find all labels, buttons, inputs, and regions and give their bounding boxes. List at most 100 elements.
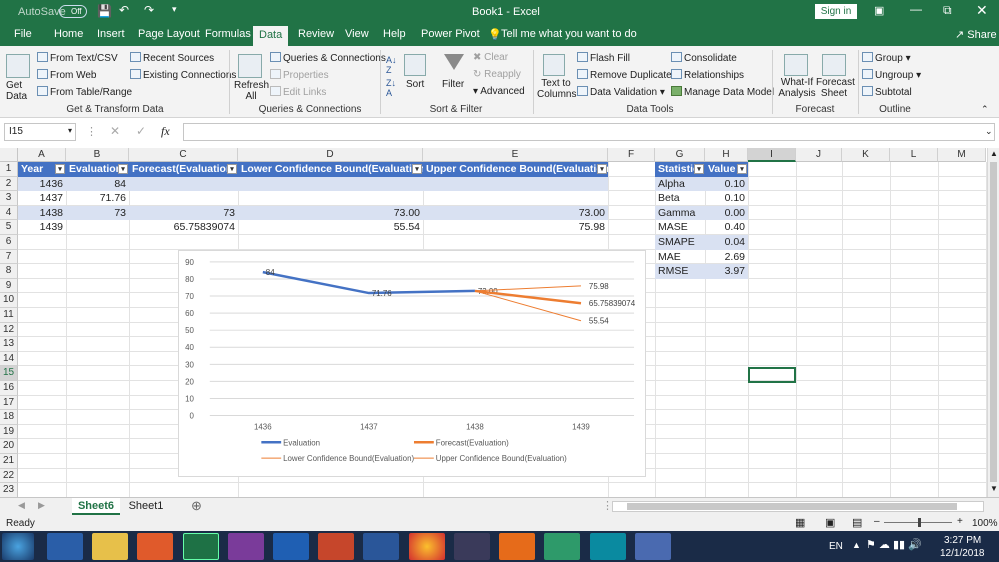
expand-formula-icon[interactable]: ⌄ [985,126,993,137]
filter-dropdown-icon[interactable]: ▾ [118,164,128,174]
save-icon[interactable]: 💾 [97,4,112,18]
matlab-icon[interactable] [454,533,490,560]
tell-me-search[interactable]: Tell me what you want to do [501,28,637,40]
ribbon-display-icon[interactable]: ▣ [874,4,884,17]
tab-insert[interactable]: Insert [97,28,125,40]
redo-icon[interactable]: ↷ [144,3,154,17]
from-web-button[interactable]: From Web [37,69,97,81]
column-header-b[interactable]: B [66,148,129,162]
table-cell[interactable]: 1436 [18,176,66,192]
stats-cell[interactable]: Alpha [655,176,705,192]
table-cell[interactable] [423,176,608,192]
table-header[interactable]: Forecast(Evaluation) ▾ [129,162,238,177]
row-header-17[interactable]: 17 [0,395,18,411]
table-cell[interactable]: 65.75839074 [129,220,238,235]
cancel-icon[interactable]: ✕ [110,124,120,138]
tab-data[interactable]: Data [253,26,289,46]
row-header-19[interactable]: 19 [0,424,18,440]
share-button[interactable]: ↗ Share [955,28,997,41]
table-cell[interactable] [129,191,238,206]
column-header-m[interactable]: M [938,148,986,162]
row-header-11[interactable]: 11 [0,308,18,323]
row-header-2[interactable]: 2 [0,176,18,192]
excel-icon[interactable] [183,533,219,560]
column-header-c[interactable]: C [129,148,238,162]
column-header-h[interactable]: H [705,148,748,162]
row-header-21[interactable]: 21 [0,454,18,469]
app-icon[interactable] [635,533,671,560]
zoom-out-icon[interactable]: – [874,516,880,527]
row-header-13[interactable]: 13 [0,337,18,352]
filter-icon[interactable] [444,54,464,70]
stats-cell[interactable]: RMSE [655,264,705,279]
table-cell[interactable]: 1439 [18,220,66,235]
column-header-g[interactable]: G [655,148,705,162]
ie-icon[interactable] [47,533,83,560]
h-scroll-thumb[interactable] [627,503,957,510]
sheet-tab-sheet6[interactable]: Sheet6 [72,498,120,515]
row-header-23[interactable]: 23 [0,483,18,498]
table-cell[interactable]: 73.00 [423,205,608,221]
manage-data-model-button[interactable]: Manage Data Model [671,86,774,98]
forecast-sheet-icon[interactable] [822,54,846,76]
stats-cell[interactable]: 0.40 [705,220,748,235]
formula-input[interactable] [183,123,995,141]
table-header[interactable]: Year ▾ [18,162,66,177]
table-header[interactable]: Evaluation ▾ [66,162,129,177]
row-header-12[interactable]: 12 [0,322,18,338]
data-validation-button[interactable]: Data Validation ▾ [577,86,665,98]
sort-za-icon[interactable]: Z↓ A [386,78,396,98]
column-header-d[interactable]: D [238,148,423,162]
language-indicator[interactable]: EN [829,541,843,552]
scroll-down-icon[interactable]: ▼ [990,484,998,493]
relationships-button[interactable]: Relationships [671,69,744,81]
chrome-icon[interactable] [409,533,445,560]
what-if-icon[interactable] [784,54,808,76]
vertical-scrollbar[interactable]: ▲ ▼ [987,148,999,497]
table-cell[interactable] [238,176,423,192]
sort-az-icon[interactable]: A↓ Z [386,55,397,75]
properties-button[interactable]: Properties [270,69,329,81]
tray-chevron-icon[interactable]: ▲ [852,540,861,550]
horizontal-scrollbar[interactable] [612,501,984,512]
table-cell[interactable] [129,176,238,192]
close-icon[interactable]: ✕ [976,2,988,19]
row-header-14[interactable]: 14 [0,351,18,367]
ungroup-button[interactable]: Ungroup ▾ [862,69,921,81]
flash-fill-button[interactable]: Flash Fill [577,52,630,64]
scroll-up-icon[interactable]: ▲ [990,149,998,158]
text-to-columns-icon[interactable] [543,54,565,76]
from-text-csv-button[interactable]: From Text/CSV [37,52,118,64]
tab-page-layout[interactable]: Page Layout [138,28,200,40]
column-header-k[interactable]: K [842,148,890,162]
normal-view-icon[interactable]: ▦ [795,516,805,529]
stats-cell[interactable]: 0.00 [705,205,748,221]
remove-duplicates-button[interactable]: Remove Duplicates [577,69,677,81]
table-header[interactable]: Upper Confidence Bound(Evaluation) ▾ [423,162,608,177]
powerpoint-icon[interactable] [318,533,354,560]
stats-cell[interactable]: 0.10 [705,191,748,206]
page-break-icon[interactable]: ▤ [852,516,862,529]
column-header-a[interactable]: A [18,148,66,162]
refresh-all-button[interactable]: Refresh All [234,80,269,102]
tab-help[interactable]: Help [383,28,406,40]
tab-file[interactable]: File [14,28,32,40]
file-explorer-icon[interactable] [92,533,128,560]
table-header[interactable]: Lower Confidence Bound(Evaluation) ▾ [238,162,423,177]
row-header-20[interactable]: 20 [0,439,18,454]
table-cell[interactable]: 1437 [18,191,66,206]
stats-header[interactable]: Value ▾ [705,162,748,177]
filter-dropdown-icon[interactable]: ▾ [694,164,704,174]
reapply-button[interactable]: ↻ Reapply [473,69,521,80]
sign-in-button[interactable]: Sign in [815,4,857,19]
filter-dropdown-icon[interactable]: ▾ [597,164,607,174]
what-if-button[interactable]: What-If Analysis [777,77,817,99]
table-cell[interactable] [238,191,423,206]
row-header-4[interactable]: 4 [0,205,18,221]
clock-date[interactable]: 12/1/2018 [940,548,985,559]
prev-sheet-icon[interactable]: ◀ [18,500,25,511]
existing-connections-button[interactable]: Existing Connections [130,69,236,81]
customize-qat-icon[interactable]: ▾ [172,4,177,15]
subtotal-button[interactable]: Subtotal [862,86,912,98]
row-header-15[interactable]: 15 [0,366,18,381]
